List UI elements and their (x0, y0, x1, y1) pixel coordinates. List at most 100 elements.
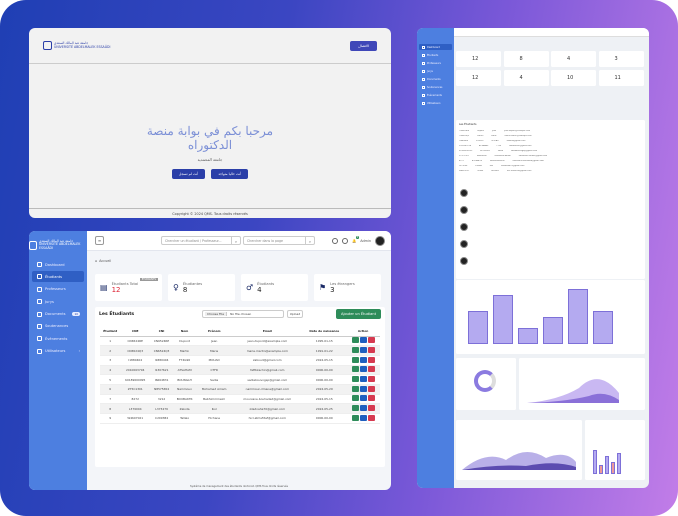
table-cell: N8575654 (150, 384, 174, 395)
sidebar-item-juries[interactable]: Jurys (32, 296, 84, 307)
hero-login-button[interactable]: أنت لم تسجل (171, 169, 206, 179)
delete-icon[interactable] (367, 414, 375, 421)
col-prenom[interactable]: Prénom (196, 327, 233, 337)
col-email[interactable]: Email (232, 327, 303, 337)
list-item (456, 203, 645, 217)
sidebar-item-professors[interactable]: Professeurs (419, 60, 452, 66)
table-cell: L373479 (150, 403, 174, 414)
delete-icon[interactable] (367, 385, 375, 392)
table-cell: Marie (196, 345, 233, 356)
view-icon[interactable] (351, 385, 359, 392)
file-input[interactable]: Choose File No file chosen (202, 310, 284, 318)
edit-icon[interactable] (359, 405, 367, 412)
list-item (456, 220, 645, 234)
view-icon[interactable] (351, 414, 359, 421)
search-input-page[interactable]: Chercher dans la page ⌕ (243, 236, 315, 245)
chevron-right-icon: › (78, 349, 80, 354)
view-icon[interactable] (351, 356, 359, 363)
sidebar-item-defenses[interactable]: Soutenances (32, 321, 84, 332)
sidebar-item-events[interactable]: Évènements (32, 333, 84, 344)
calendar-icon[interactable] (341, 237, 348, 244)
delete-icon[interactable] (367, 395, 375, 402)
hero-register-button[interactable]: أنت حاليا متواجد (211, 169, 249, 179)
stats-row: ▤ Étudiants Total 12 ÉTUDIANTS ♀ Étudiantes 8… (95, 274, 381, 301)
edit-icon[interactable] (359, 337, 367, 344)
list-item (456, 237, 645, 251)
table-cell: 3212 (150, 394, 174, 405)
col-birthdate[interactable]: Date de naissance (302, 327, 347, 337)
sidebar-item-students[interactable]: Étudiants (32, 271, 84, 283)
delete-icon[interactable] (367, 337, 375, 344)
sidebar-item-documents[interactable]: Documents (419, 76, 452, 82)
sidebar-item-dashboard[interactable]: Dashboard (32, 259, 84, 270)
logo-text-fr: UNIVERSITÉ ABDELMALEK ESSAÂDI (54, 44, 111, 49)
sidebar-item-users[interactable]: Utilisateurs (419, 100, 452, 106)
sidebar-item-juries[interactable]: Jurys (419, 68, 452, 74)
col-student[interactable]: Étudiant (100, 327, 121, 337)
delete-icon[interactable] (367, 366, 375, 373)
avatar (460, 223, 468, 231)
sidebar-item-events[interactable]: Évènements (419, 92, 452, 98)
avatar[interactable] (375, 235, 385, 246)
login-button[interactable]: الاتصال (350, 40, 377, 51)
home-icon[interactable]: ⌂ (95, 259, 97, 263)
table-row: 1 CN6524RE CN6524RE Dupont Jean jean.dupont@e… (100, 336, 380, 347)
col-cne[interactable]: CNE (120, 327, 151, 337)
edit-icon[interactable] (359, 395, 367, 402)
search-icon[interactable]: ⌕ (305, 237, 314, 245)
row-actions (346, 365, 380, 376)
sidebar-item-students[interactable]: Étudiants (419, 52, 452, 58)
edit-icon[interactable] (359, 347, 367, 354)
view-icon[interactable] (351, 376, 359, 383)
portal-header: جامعة عبد المالك السعدي UNIVERSITÉ ABDELM… (29, 28, 391, 64)
table-cell: zaboud@gmail.com (232, 355, 303, 366)
table-cell: jean.dupont@example.com (232, 336, 303, 347)
upload-button[interactable]: Upload (287, 310, 303, 318)
students-icon (37, 274, 42, 280)
dashboard-stat-card: 4 (503, 70, 549, 86)
table-title: Les Étudiants (99, 312, 135, 317)
globe-icon[interactable] (331, 237, 338, 244)
edit-icon[interactable] (359, 376, 367, 383)
search-icon[interactable]: ⌕ (231, 237, 240, 245)
search-input-global[interactable]: Chercher un étudiant / Professeur... ⌕ (161, 236, 241, 245)
table-cell: Z75C1301 (120, 384, 151, 395)
sidebar-item-users[interactable]: Utilisateurs › (32, 346, 84, 357)
sidebar-item-defenses[interactable]: Soutenances (419, 84, 452, 90)
logo-icon (29, 240, 37, 250)
stat-card-foreign: ⚑ Les étrangers 3 (314, 274, 381, 301)
delete-icon[interactable] (367, 376, 375, 383)
menu-toggle-icon[interactable]: ≡ (95, 236, 104, 245)
add-student-button[interactable]: Ajouter un Étudiant (336, 309, 381, 319)
sidebar-item-dashboard[interactable]: Dashboard (419, 44, 452, 50)
table-cell: mouniane.bouhaded@gmail.com (232, 394, 303, 405)
document-icon: ▤ (100, 283, 108, 292)
mini-bar (599, 465, 603, 474)
bar (518, 327, 538, 344)
view-icon[interactable] (351, 366, 359, 373)
edit-icon[interactable] (359, 414, 367, 421)
edit-icon[interactable] (359, 385, 367, 392)
view-icon[interactable] (351, 395, 359, 402)
sidebar-logo: جامعة عبد المالك السعدي UNIVERSITÉ ABDELM… (29, 231, 87, 259)
view-icon[interactable] (351, 337, 359, 344)
bell-icon[interactable]: 🔔 3 (352, 235, 360, 243)
bar (493, 294, 513, 344)
bar (593, 311, 613, 344)
edit-icon[interactable] (359, 366, 367, 373)
dashboard-stat-card: 8 (503, 51, 549, 67)
table-cell: Dupont (173, 336, 197, 347)
sidebar-item-professors[interactable]: Professeurs (32, 284, 84, 295)
view-icon[interactable] (351, 347, 359, 354)
col-cni[interactable]: CNI (150, 327, 174, 337)
table-cell: 1 (100, 336, 121, 347)
view-icon[interactable] (351, 405, 359, 412)
delete-icon[interactable] (367, 347, 375, 354)
edit-icon[interactable] (359, 356, 367, 363)
sidebar-item-documents[interactable]: Documents 10 (32, 309, 84, 320)
col-nom[interactable]: Nom (173, 327, 197, 337)
table-cell: Martin (173, 345, 197, 356)
table-cell: 2024-05-25 (302, 403, 347, 414)
delete-icon[interactable] (367, 405, 375, 412)
delete-icon[interactable] (367, 356, 375, 363)
